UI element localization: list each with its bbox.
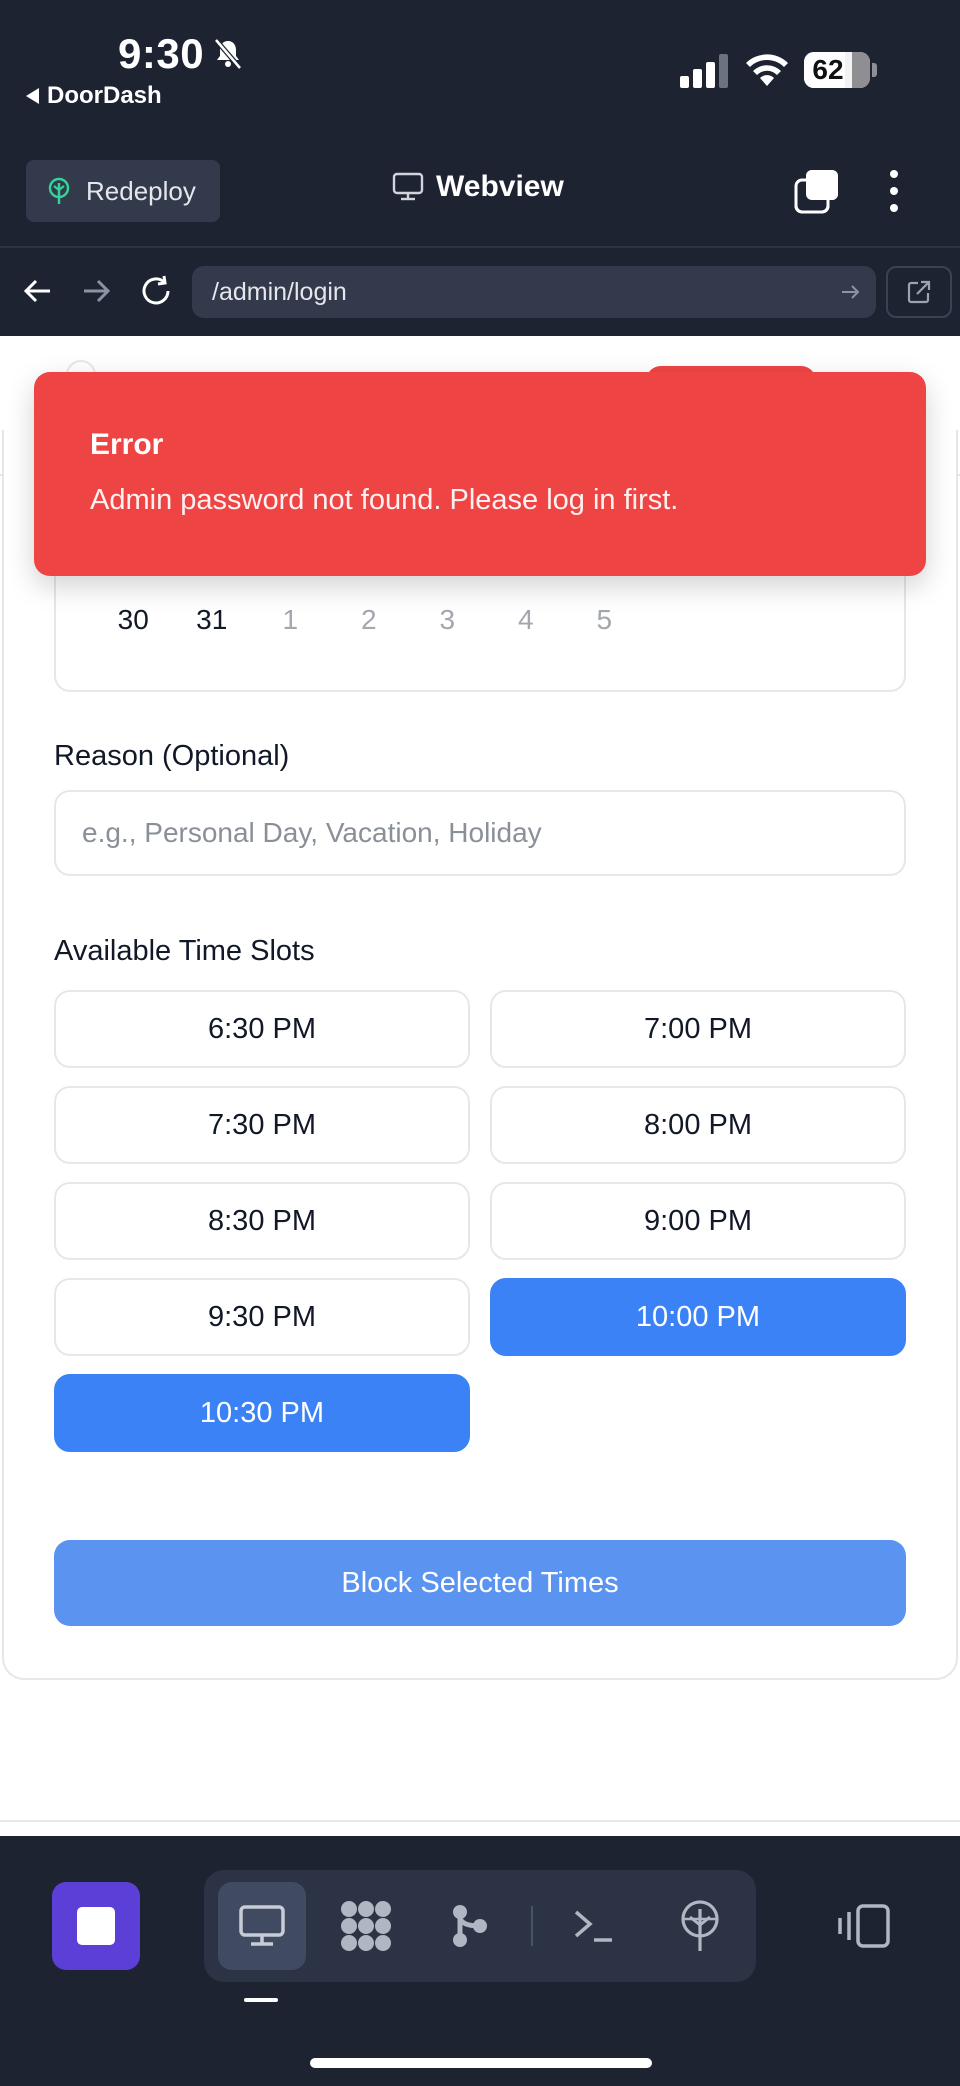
terminal-icon bbox=[574, 1910, 612, 1942]
battery-icon: 62 bbox=[804, 52, 870, 88]
toolbar-deploy-button[interactable] bbox=[656, 1882, 744, 1970]
toolbar-separator bbox=[531, 1906, 533, 1946]
block-selected-times-button[interactable]: Block Selected Times bbox=[54, 1540, 906, 1626]
go-arrow-icon[interactable] bbox=[838, 280, 862, 304]
back-triangle-icon bbox=[26, 88, 39, 104]
header-divider bbox=[0, 246, 960, 248]
time-slot-button[interactable]: 8:30 PM bbox=[54, 1182, 470, 1260]
monitor-icon bbox=[239, 1905, 285, 1946]
reason-label: Reason (Optional) bbox=[54, 740, 290, 772]
url-bar[interactable]: /admin/login bbox=[192, 266, 876, 318]
reason-input[interactable] bbox=[54, 790, 906, 876]
back-app-label: DoorDash bbox=[47, 82, 162, 109]
webview-title: Webview bbox=[392, 170, 564, 204]
toolbar-workspace-button[interactable] bbox=[322, 1882, 410, 1970]
calendar-day[interactable]: 2 bbox=[330, 604, 409, 636]
calendar-day[interactable]: 3 bbox=[408, 604, 487, 636]
redeploy-button[interactable]: Redeploy bbox=[26, 160, 220, 222]
back-arrow-icon[interactable] bbox=[18, 274, 58, 308]
time-slot-button[interactable]: 7:30 PM bbox=[54, 1086, 470, 1164]
toolbar-terminal-button[interactable] bbox=[550, 1882, 638, 1970]
time-slot-button[interactable]: 9:00 PM bbox=[490, 1182, 906, 1260]
stop-button[interactable] bbox=[52, 1882, 140, 1970]
time-slot-button[interactable]: 7:00 PM bbox=[490, 990, 906, 1068]
time-slot-button[interactable]: 10:00 PM bbox=[490, 1278, 906, 1356]
time-slot-button[interactable]: 10:30 PM bbox=[54, 1374, 470, 1452]
url-text: /admin/login bbox=[212, 278, 347, 306]
calendar-day[interactable]: 31 bbox=[173, 604, 252, 636]
time-slot-button[interactable]: 9:30 PM bbox=[54, 1278, 470, 1356]
back-to-app-link[interactable]: DoorDash bbox=[26, 82, 162, 110]
split-view-icon[interactable] bbox=[836, 1902, 892, 1950]
home-indicator bbox=[310, 2058, 652, 2068]
branch-icon bbox=[453, 1905, 487, 1947]
active-tab-indicator bbox=[244, 1998, 278, 2002]
footer-divider bbox=[0, 1820, 960, 1822]
battery-nub bbox=[872, 63, 877, 77]
grid-blob-icon bbox=[341, 1901, 391, 1951]
tree-icon bbox=[48, 177, 70, 204]
battery-empty bbox=[852, 52, 870, 88]
calendar-week-row: 30 31 1 2 3 4 5 bbox=[94, 604, 644, 636]
redeploy-label: Redeploy bbox=[86, 175, 196, 206]
toast-title: Error bbox=[90, 428, 164, 461]
calendar-day[interactable]: 1 bbox=[251, 604, 330, 636]
time-slot-button[interactable]: 8:00 PM bbox=[490, 1086, 906, 1164]
webview-title-label: Webview bbox=[436, 170, 564, 203]
time-slots-label: Available Time Slots bbox=[54, 935, 315, 967]
calendar-day[interactable]: 30 bbox=[94, 604, 173, 636]
battery-percent: 62 bbox=[812, 54, 844, 85]
forward-arrow-icon[interactable] bbox=[76, 274, 116, 308]
status-time: 9:30 bbox=[118, 30, 205, 77]
wifi-icon bbox=[746, 54, 788, 86]
toolbar-git-button[interactable] bbox=[426, 1882, 514, 1970]
tabs-icon[interactable] bbox=[794, 168, 840, 214]
bell-muted-icon bbox=[214, 38, 242, 70]
error-toast[interactable]: Error Admin password not found. Please l… bbox=[34, 372, 926, 576]
cellular-signal-icon bbox=[680, 54, 728, 88]
toolbar-webview-button[interactable] bbox=[218, 1882, 306, 1970]
more-menu-icon[interactable] bbox=[880, 168, 908, 214]
toast-message: Admin password not found. Please log in … bbox=[90, 484, 679, 516]
open-external-button[interactable] bbox=[886, 266, 952, 318]
stop-icon bbox=[77, 1907, 115, 1945]
monitor-icon bbox=[392, 172, 424, 201]
reload-icon[interactable] bbox=[138, 274, 178, 308]
external-link-icon bbox=[907, 280, 931, 304]
time-slot-button[interactable]: 6:30 PM bbox=[54, 990, 470, 1068]
calendar-day[interactable]: 5 bbox=[565, 604, 644, 636]
time-slot-grid: 6:30 PM 7:00 PM 7:30 PM 8:00 PM 8:30 PM 9:00 … bbox=[54, 990, 906, 1452]
deploy-tree-icon bbox=[681, 1900, 719, 1951]
calendar-day[interactable]: 4 bbox=[487, 604, 566, 636]
